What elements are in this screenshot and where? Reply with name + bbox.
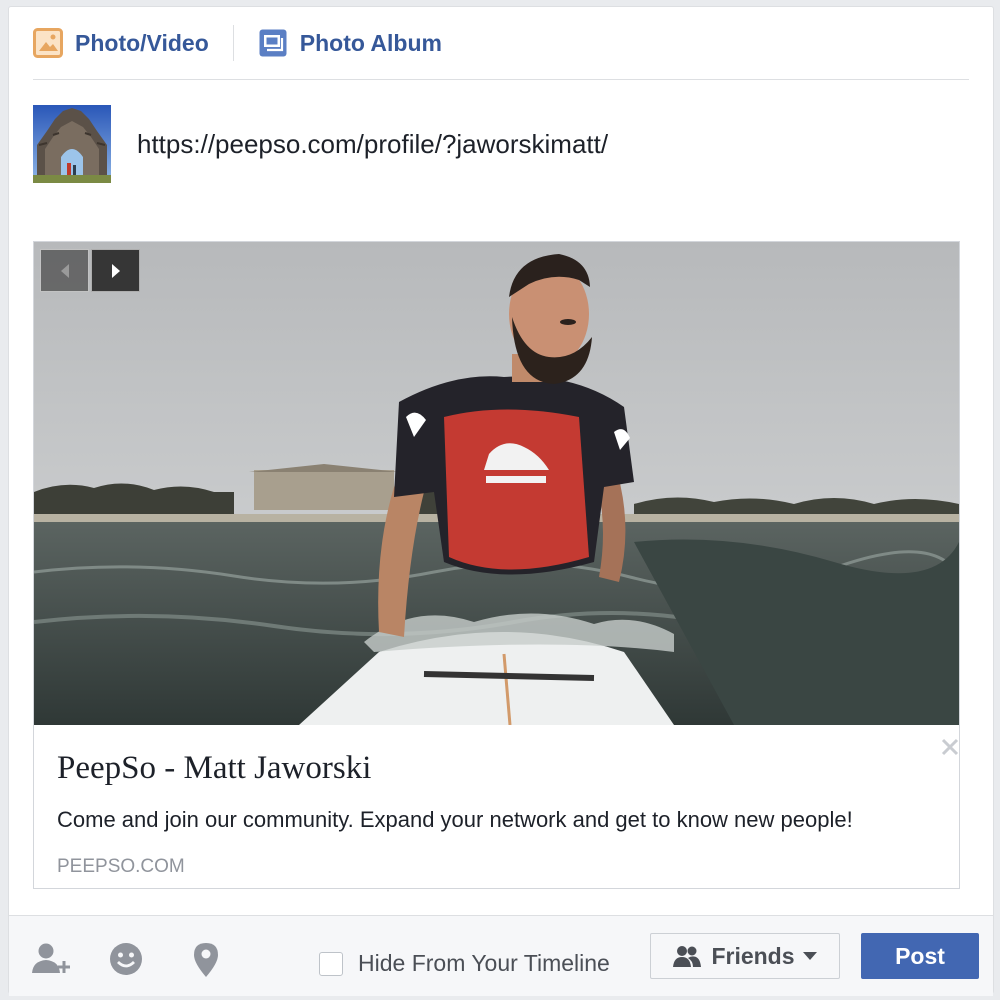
avatar [33,105,111,183]
preview-description: Come and join our community. Expand your… [57,807,853,832]
hide-from-timeline-label[interactable]: Hide From Your Timeline [358,950,610,977]
smiley-icon[interactable] [109,942,143,976]
chevron-right-icon [111,263,120,278]
carousel-prev-button[interactable] [40,249,89,292]
chevron-left-icon [60,263,69,278]
surfer-photo [34,242,959,725]
preview-domain: PEEPSO.COM [57,856,185,877]
composer-body: https://peepso.com/profile/?jaworskimatt… [33,105,969,185]
photo-album-label: Photo Album [299,29,442,56]
photo-video-icon [33,28,63,58]
composer-actions: Photo/Video Photo Album [33,7,969,80]
carousel-next-button[interactable] [91,249,140,292]
add-person-icon[interactable] [31,942,71,974]
post-composer: Photo/Video Photo Album https://peepso.c… [8,6,994,996]
composer-text[interactable]: https://peepso.com/profile/?jaworskimatt… [137,129,608,160]
action-divider [232,25,234,61]
photo-album-button[interactable]: Photo Album [258,28,442,58]
chevron-down-icon [802,952,817,960]
post-button[interactable]: Post [861,933,979,979]
preview-image [34,242,959,725]
friends-icon [673,946,702,967]
photo-video-label: Photo/Video [75,29,209,56]
hide-from-timeline-checkbox[interactable] [319,951,343,976]
map-pin-icon[interactable] [193,942,219,978]
photo-album-icon [259,29,287,57]
hide-from-timeline-option: Hide From Your Timeline [319,950,610,977]
audience-label: Friends [711,942,795,969]
preview-title[interactable]: PeepSo - Matt Jaworski [57,750,371,787]
composer-footer: Hide From Your Timeline Friends Post [9,915,993,996]
close-icon[interactable] [939,736,961,758]
carousel-controls [40,249,140,292]
audience-selector-button[interactable]: Friends [650,933,840,979]
photo-video-button[interactable]: Photo/Video [33,28,209,58]
link-preview[interactable]: PeepSo - Matt Jaworski Come and join our… [33,241,960,889]
